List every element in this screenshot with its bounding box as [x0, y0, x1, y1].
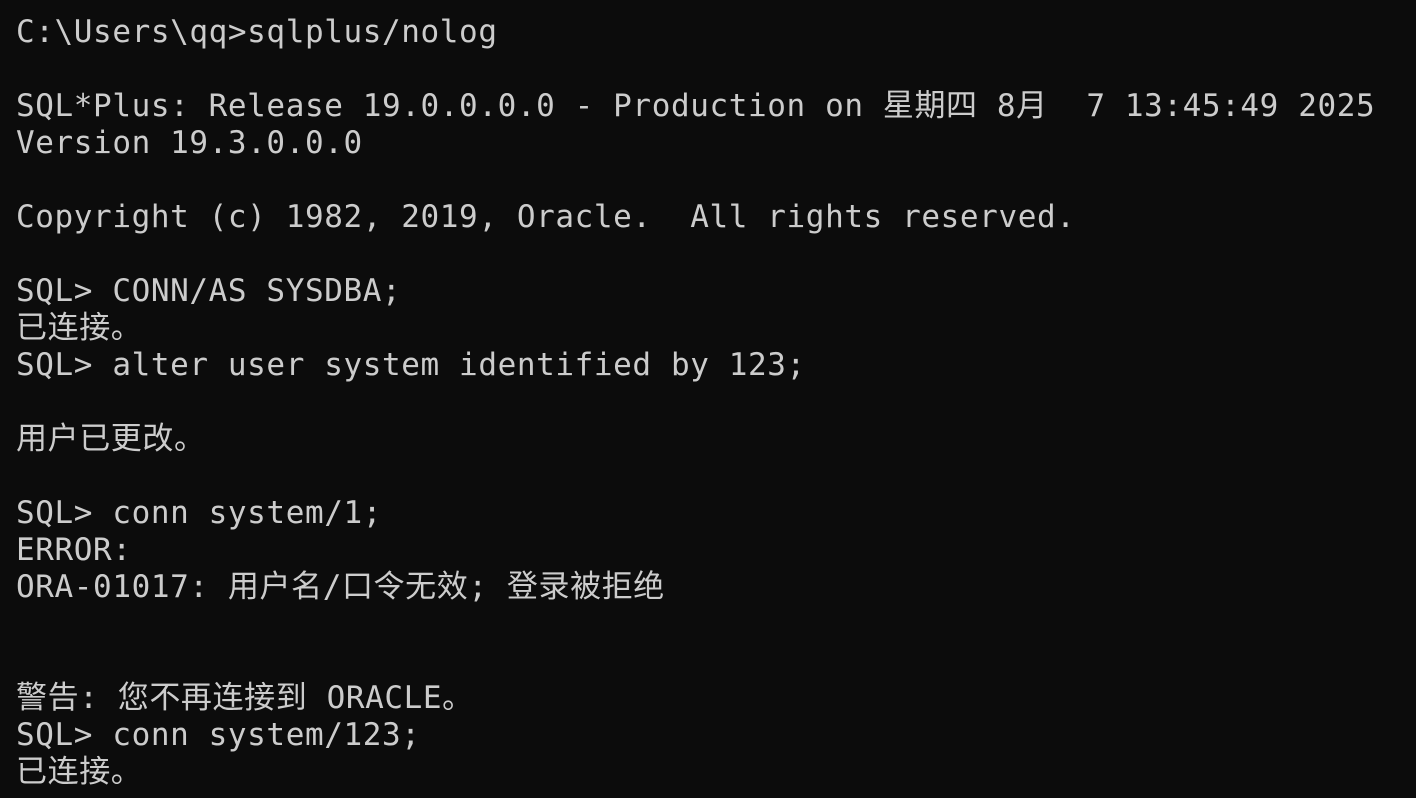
copyright-line: Copyright (c) 1982, 2019, Oracle. All ri… — [16, 199, 1076, 235]
output-line: 已连接。 — [16, 754, 143, 790]
sql-command-line: SQL> CONN/AS SYSDBA; — [16, 273, 402, 309]
error-line: ERROR: — [16, 532, 132, 568]
version-line: Version 19.3.0.0.0 — [16, 125, 363, 161]
sql-command-line: SQL> alter user system identified by 123… — [16, 347, 806, 383]
output-line: 已连接。 — [16, 310, 143, 346]
output-line: 用户已更改。 — [16, 421, 206, 457]
warning-line: 警告: 您不再连接到 ORACLE。 — [16, 680, 474, 716]
command-prompt-line: C:\Users\qq>sqlplus/nolog — [16, 14, 498, 50]
sql-command-line: SQL> conn system/123; — [16, 717, 421, 753]
sql-command-line: SQL> conn system/1; — [16, 495, 383, 531]
error-message-line: ORA-01017: 用户名/口令无效; 登录被拒绝 — [16, 569, 665, 605]
release-banner-line: SQL*Plus: Release 19.0.0.0.0 - Productio… — [16, 88, 1376, 124]
terminal-window[interactable]: C:\Users\qq>sqlplus/nolog SQL*Plus: Rele… — [0, 0, 1416, 798]
